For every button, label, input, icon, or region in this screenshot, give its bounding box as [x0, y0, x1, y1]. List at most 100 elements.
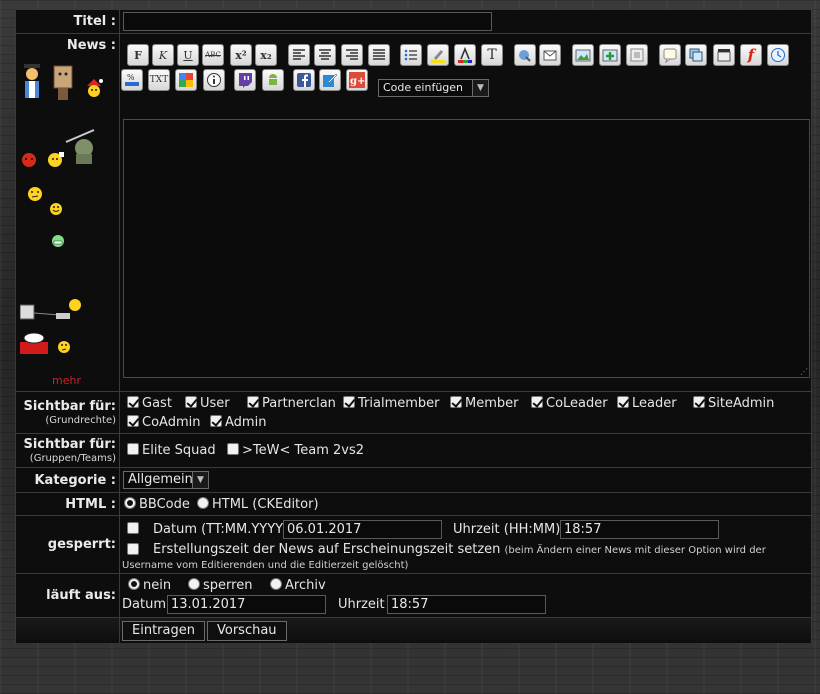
title-input[interactable] — [123, 12, 492, 31]
smiley-snoopy-icon[interactable] — [20, 328, 50, 356]
visibility-groups-row: Sichtbar für: (Gruppen/Teams) Elite Squa… — [16, 434, 811, 468]
basic-right-option[interactable]: User — [185, 396, 230, 411]
flash-icon[interactable]: f — [740, 44, 762, 66]
smiley-graduate-icon[interactable] — [21, 64, 43, 100]
percent-icon[interactable]: % — [121, 69, 143, 91]
smiley-santa-icon[interactable] — [84, 78, 104, 98]
basic-right-checkbox[interactable] — [185, 396, 197, 408]
smiley-paperbag-icon[interactable] — [52, 64, 74, 102]
group-label: >TeW< Team 2vs2 — [242, 443, 365, 458]
bold-icon[interactable]: F — [127, 44, 149, 66]
basic-right-option[interactable]: Partnerclan — [247, 396, 336, 411]
email-icon[interactable] — [539, 44, 561, 66]
basic-right-option[interactable]: Trialmember — [343, 396, 440, 411]
basic-right-checkbox[interactable] — [617, 396, 629, 408]
smiley-knight-icon[interactable] — [64, 126, 102, 166]
basic-right-option[interactable]: Admin — [210, 415, 266, 430]
strikethrough-icon[interactable]: ABC — [202, 44, 224, 66]
align-center-icon[interactable] — [314, 44, 336, 66]
preview-button[interactable]: Vorschau — [207, 621, 287, 641]
expires-date-input[interactable]: 13.01.2017 — [167, 595, 326, 614]
smiley-thinking-icon[interactable] — [57, 340, 71, 354]
group-checkbox[interactable] — [127, 443, 139, 455]
basic-right-checkbox[interactable] — [531, 396, 543, 408]
bbcode-radio[interactable] — [124, 497, 136, 509]
video-icon[interactable] — [713, 44, 735, 66]
basic-right-option[interactable]: CoLeader — [531, 396, 608, 411]
font-color-icon[interactable] — [454, 44, 476, 66]
align-left-icon[interactable] — [288, 44, 310, 66]
basic-right-checkbox[interactable] — [450, 396, 462, 408]
smiley-grin-icon[interactable] — [49, 202, 63, 216]
group-checkbox[interactable] — [227, 443, 239, 455]
more-smileys-link[interactable]: mehr — [52, 374, 81, 387]
txt-icon[interactable]: TXT — [148, 69, 170, 91]
android-icon[interactable] — [262, 69, 284, 91]
basic-right-checkbox[interactable] — [247, 396, 259, 408]
clock-icon[interactable] — [767, 44, 789, 66]
basic-right-checkbox[interactable] — [210, 415, 222, 427]
spoiler-icon[interactable] — [685, 44, 707, 66]
resize-handle-icon[interactable]: ⋰ — [800, 368, 808, 376]
highlight-icon[interactable] — [427, 44, 449, 66]
basic-right-option[interactable]: CoAdmin — [127, 415, 200, 430]
expires-time-input[interactable]: 18:57 — [387, 595, 546, 614]
smiley-angry-icon[interactable] — [21, 152, 37, 168]
image-icon[interactable] — [572, 44, 594, 66]
google-icon[interactable] — [175, 69, 197, 91]
expires-none-radio[interactable] — [128, 578, 140, 590]
image-add-icon[interactable] — [599, 44, 621, 66]
info-icon[interactable] — [203, 69, 225, 91]
basic-right-checkbox[interactable] — [693, 396, 705, 408]
edit-icon[interactable] — [319, 69, 341, 91]
basic-right-option[interactable]: Gast — [127, 396, 172, 411]
google-plus-icon[interactable]: g+ — [346, 69, 368, 91]
group-option[interactable]: Elite Squad — [127, 443, 216, 458]
superscript-icon[interactable]: x² — [230, 44, 252, 66]
image-frame-icon[interactable] — [626, 44, 648, 66]
submit-button[interactable]: Eintragen — [122, 621, 205, 641]
basic-right-checkbox[interactable] — [127, 396, 139, 408]
expires-lock-radio[interactable] — [188, 578, 200, 590]
locked-checkbox[interactable] — [127, 522, 139, 534]
expires-none-option[interactable]: nein — [128, 578, 171, 593]
basic-right-option[interactable]: Member — [450, 396, 518, 411]
basic-right-label: Leader — [632, 396, 677, 411]
facebook-icon[interactable] — [293, 69, 315, 91]
basic-right-label: Trialmember — [358, 396, 440, 411]
locked-time-input[interactable]: 18:57 — [560, 520, 719, 539]
italic-icon[interactable]: K — [152, 44, 174, 66]
smiley-computer-icon[interactable] — [20, 299, 82, 321]
news-form: Titel : News : mehr F K U ABC x² x₂ T f … — [15, 9, 812, 643]
basic-right-option[interactable]: Leader — [617, 396, 677, 411]
group-option[interactable]: >TeW< Team 2vs2 — [227, 443, 364, 458]
underline-icon[interactable]: U — [177, 44, 199, 66]
font-size-icon[interactable]: T — [481, 44, 503, 66]
bbcode-option[interactable]: BBCode — [124, 497, 190, 512]
ckeditor-radio[interactable] — [197, 497, 209, 509]
ckeditor-option[interactable]: HTML (CKEditor) — [197, 497, 319, 512]
basic-right-checkbox[interactable] — [343, 396, 355, 408]
expires-lock-option[interactable]: sperren — [188, 578, 252, 593]
twitch-icon[interactable] — [234, 69, 256, 91]
list-icon[interactable] — [400, 44, 422, 66]
quote-icon[interactable] — [659, 44, 681, 66]
news-textarea[interactable]: ⋰ — [123, 119, 810, 378]
smiley-wave-icon[interactable] — [45, 150, 65, 170]
justify-icon[interactable] — [368, 44, 390, 66]
title-row: Titel : — [16, 10, 811, 34]
expires-archive-radio[interactable] — [270, 578, 282, 590]
code-insert-label: Code einfügen — [383, 81, 464, 94]
smiley-teeth-icon[interactable] — [51, 234, 65, 248]
link-icon[interactable] — [514, 44, 536, 66]
locked-date-input[interactable]: 06.01.2017 — [283, 520, 442, 539]
subscript-icon[interactable]: x₂ — [255, 44, 277, 66]
code-insert-select[interactable]: Code einfügen ▼ — [378, 79, 489, 97]
basic-right-option[interactable]: SiteAdmin — [693, 396, 774, 411]
basic-right-checkbox[interactable] — [127, 415, 139, 427]
category-select[interactable]: Allgemein ▼ — [123, 471, 209, 489]
expires-archive-option[interactable]: Archiv — [270, 578, 326, 593]
smiley-confused-icon[interactable] — [27, 186, 43, 202]
align-right-icon[interactable] — [341, 44, 363, 66]
svg-text:g+: g+ — [350, 76, 365, 87]
